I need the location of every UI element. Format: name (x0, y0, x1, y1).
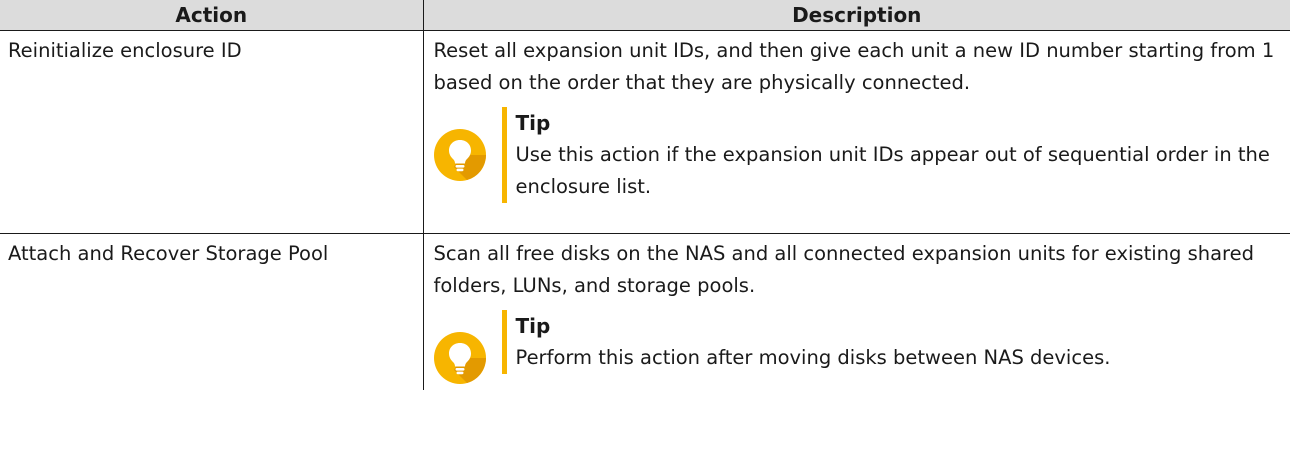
lightbulb-icon (433, 129, 486, 181)
table-header-row: Action Description (0, 0, 1290, 31)
table-row: Reinitialize enclosure ID Reset all expa… (0, 30, 1290, 234)
tip-text: Perform this action after moving disks b… (515, 346, 1111, 369)
tip-body: Tip Use this action if the expansion uni… (501, 107, 1281, 203)
lightbulb-icon (433, 332, 486, 384)
header-action: Action (0, 0, 424, 31)
actions-table: Action Description Reinitialize enclosur… (0, 0, 1290, 390)
tip-callout: Tip Use this action if the expansion uni… (433, 107, 1281, 203)
table-row: Attach and Recover Storage Pool Scan all… (0, 233, 1290, 390)
description-cell: Scan all free disks on the NAS and all c… (423, 233, 1290, 390)
description-text: Reset all expansion unit IDs, and then g… (433, 39, 1275, 94)
tip-label: Tip (515, 111, 551, 135)
action-cell: Attach and Recover Storage Pool (0, 233, 424, 390)
header-description: Description (423, 0, 1290, 31)
action-name: Reinitialize enclosure ID (8, 39, 242, 62)
action-cell: Reinitialize enclosure ID (0, 30, 424, 234)
tip-callout: Tip Perform this action after moving dis… (433, 310, 1281, 384)
tip-body: Tip Perform this action after moving dis… (501, 310, 1111, 374)
tip-text: Use this action if the expansion unit ID… (515, 143, 1270, 198)
tip-label: Tip (515, 314, 551, 338)
description-cell: Reset all expansion unit IDs, and then g… (423, 30, 1290, 234)
action-name: Attach and Recover Storage Pool (8, 242, 329, 265)
description-text: Scan all free disks on the NAS and all c… (433, 242, 1255, 297)
